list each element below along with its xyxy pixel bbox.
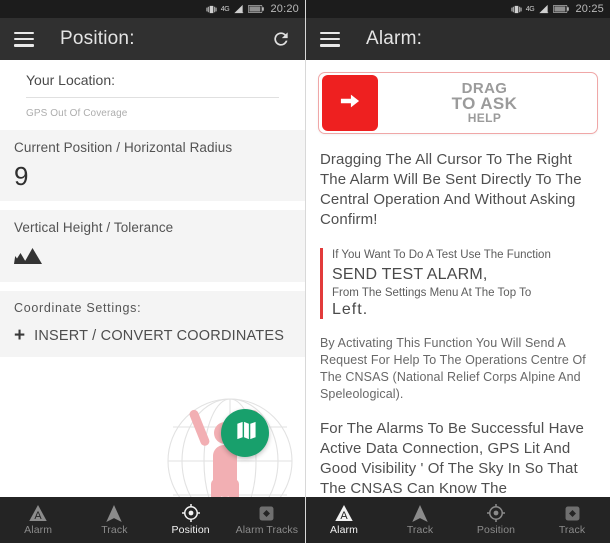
refresh-icon[interactable] [271, 29, 291, 49]
vertical-height-card[interactable]: Vertical Height / Tolerance [0, 210, 305, 282]
nav-item-track[interactable]: Track [76, 497, 152, 543]
signal-icon [233, 4, 244, 14]
alarm-triangle-icon: A [335, 505, 353, 522]
alarm-intro-text: Dragging The All Cursor To The Right The… [320, 151, 582, 228]
test-alarm-callout: If You Want To Do A Test Use The Functio… [320, 248, 596, 319]
your-location-title: Your Location: [26, 72, 115, 88]
nav-label-alarm: Alarm [24, 523, 53, 536]
alarm-detail-text: By Activating This Function You Will Sen… [320, 336, 586, 401]
arrow-right-icon [340, 93, 360, 114]
alarm-tracks-icon [564, 505, 581, 522]
nav-label-position: Position [171, 523, 210, 536]
navigation-arrow-icon [412, 504, 428, 522]
current-position-card[interactable]: Current Position / Horizontal Radius 9 [0, 130, 305, 201]
plus-icon: + [14, 325, 26, 346]
status-bar-left: 4G 20:20 [0, 0, 305, 18]
nav-item-alarm[interactable]: A Alarm [306, 497, 382, 543]
crosshair-icon [487, 504, 505, 522]
status-bar-right: 4G 20:25 [306, 0, 610, 18]
alarm-triangle-icon: A [29, 505, 47, 522]
current-position-label: Current Position / Horizontal Radius [14, 140, 233, 155]
nav-item-track[interactable]: Track [382, 497, 458, 543]
slider-label-line3: HELP [467, 110, 502, 125]
alarm-tracks-icon [258, 505, 275, 522]
globe-person-illustration [125, 379, 305, 497]
clock-label: 20:20 [270, 3, 299, 15]
callout-top-text: If You Want To Do A Test Use The Functio… [332, 249, 551, 261]
coordinate-settings-label: Coordinate Settings: [14, 301, 142, 315]
nav-item-alarm-tracks[interactable]: Alarm Tracks [229, 497, 305, 543]
map-fab-button[interactable] [221, 409, 269, 457]
bottom-navigation-right[interactable]: A Alarm Track Position Track [306, 497, 610, 543]
gps-status-label: GPS Out Of Coverage [26, 108, 128, 119]
nav-label-alarm: Alarm [330, 523, 358, 536]
drag-to-ask-help-slider[interactable]: DRAG TO ASK HELP [318, 72, 598, 134]
navigation-arrow-icon [106, 504, 123, 522]
nav-item-position[interactable]: Position [458, 497, 534, 543]
battery-icon [553, 4, 570, 14]
your-location-card: Your Location: GPS Out Of Coverage [0, 60, 305, 121]
vibrate-icon [206, 4, 217, 15]
network-type-label: 4G [220, 5, 230, 13]
hamburger-icon[interactable] [320, 31, 340, 47]
callout-highlight-text: SEND TEST ALARM, [332, 266, 488, 283]
callout-end-text: Left. [332, 301, 369, 318]
alarm-content[interactable]: DRAG TO ASK HELP Dragging The All Cursor… [306, 60, 610, 497]
bottom-navigation-left[interactable]: A Alarm Track Position Alarm Tracks [0, 497, 305, 543]
vibrate-icon [511, 4, 522, 15]
spacer [0, 201, 305, 210]
slider-label: DRAG TO ASK HELP [378, 81, 597, 126]
nav-label-position: Position [476, 523, 516, 536]
map-icon [234, 419, 257, 447]
hamburger-icon[interactable] [14, 31, 34, 47]
nav-label-track: Track [406, 523, 434, 536]
app-bar-left: Position: [0, 18, 305, 60]
slider-label-line2: TO ASK [451, 93, 518, 113]
spacer [0, 282, 305, 291]
nav-item-tracks[interactable]: Track [534, 497, 610, 543]
position-screen: 4G 20:20 Position: Your Location: GPS Ou… [0, 0, 305, 543]
position-content[interactable]: Your Location: GPS Out Of Coverage Curre… [0, 60, 305, 497]
slider-knob[interactable] [322, 75, 378, 131]
insert-convert-coordinates-label: INSERT / CONVERT COORDINATES [34, 327, 285, 344]
mountain-icon [14, 246, 291, 270]
nav-item-position[interactable]: Position [153, 497, 229, 543]
page-title: Position: [60, 28, 135, 49]
current-position-value: 9 [14, 161, 29, 191]
crosshair-icon [181, 504, 200, 522]
insert-convert-coordinates-button[interactable]: + INSERT / CONVERT COORDINATES [14, 326, 291, 345]
nav-label-track: Track [101, 523, 128, 536]
battery-icon [248, 4, 265, 14]
alarm-screen: 4G 20:25 Alarm: DRAG TO ASK HELP Draggin… [305, 0, 610, 543]
alarm-requirements-text: For The Alarms To Be Successful Have Act… [320, 420, 584, 497]
network-type-label: 4G [525, 5, 535, 13]
signal-icon [538, 4, 549, 14]
dual-screenshot-container: 4G 20:20 Position: Your Location: GPS Ou… [0, 0, 610, 543]
callout-bottom-text: From The Settings Menu At The Top To [332, 287, 532, 299]
nav-label-tracks: Track [558, 523, 586, 536]
spacer [0, 121, 305, 130]
svg-text:A: A [340, 510, 348, 521]
nav-item-alarm[interactable]: A Alarm [0, 497, 76, 543]
coordinate-settings-card: Coordinate Settings: + INSERT / CONVERT … [0, 291, 305, 357]
nav-label-alarm-tracks: Alarm Tracks [235, 523, 299, 536]
svg-text:A: A [34, 510, 42, 521]
alarm-scroll: DRAG TO ASK HELP [306, 60, 610, 134]
page-title: Alarm: [366, 28, 423, 49]
app-bar-right: Alarm: [306, 18, 610, 60]
clock-label: 20:25 [575, 3, 604, 15]
vertical-height-label: Vertical Height / Tolerance [14, 220, 174, 235]
